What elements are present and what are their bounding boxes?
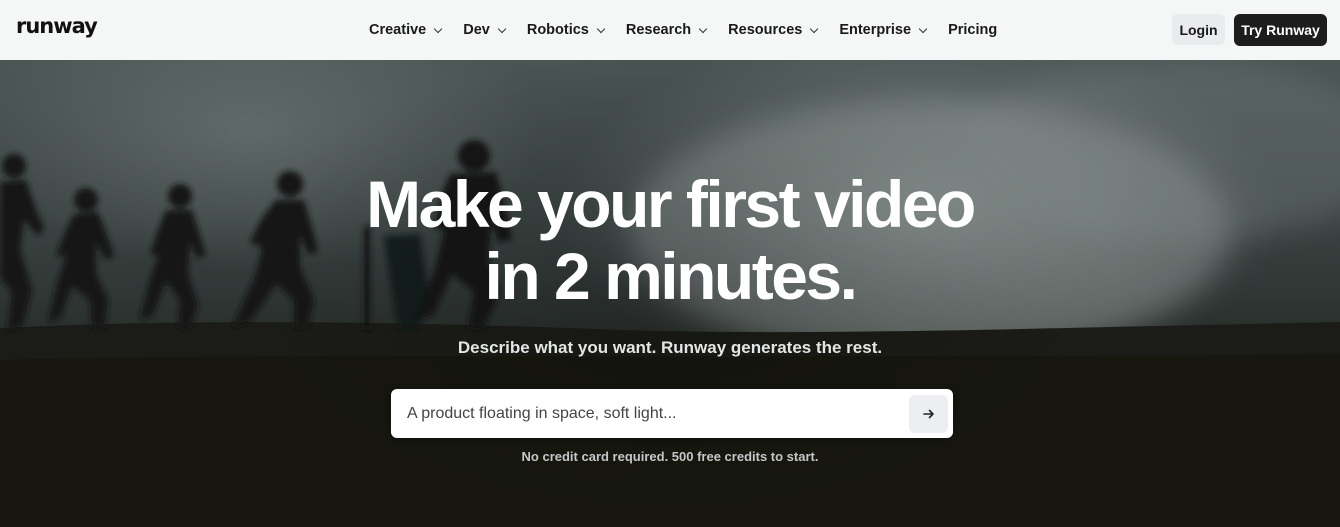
prompt-box xyxy=(391,389,953,438)
nav-item-label: Pricing xyxy=(948,22,998,38)
headline-line-2: in 2 minutes. xyxy=(484,239,858,313)
chevron-down-icon xyxy=(810,24,819,33)
nav-item-enterprise[interactable]: Enterprise xyxy=(839,22,928,38)
nav-item-pricing[interactable]: Pricing xyxy=(948,22,997,38)
hero-headline: Make your first video in 2 minutes. xyxy=(0,168,1340,312)
chevron-down-icon xyxy=(698,24,708,33)
hero-subline: Describe what you want. Runway generates… xyxy=(457,338,883,357)
hero-section: Make your first video in 2 minutes. Desc… xyxy=(0,60,1340,527)
runway-logo[interactable]: runway xyxy=(16,14,98,38)
nav-item-label: Resources xyxy=(728,22,803,38)
top-nav: runway Creative Dev Robotics Research Re… xyxy=(0,0,1340,60)
nav-item-label: Robotics xyxy=(526,22,589,38)
submit-prompt-button[interactable] xyxy=(909,394,948,433)
nav-item-label: Creative xyxy=(369,22,427,38)
headline-line-1: Make your first video xyxy=(366,167,976,241)
hero-footnote: No credit card required. 500 free credit… xyxy=(521,449,819,464)
prompt-input[interactable] xyxy=(391,389,909,438)
nav-item-research[interactable]: Research xyxy=(625,22,708,38)
chevron-down-icon xyxy=(596,24,606,33)
nav-item-label: Enterprise xyxy=(839,22,912,38)
chevron-down-icon xyxy=(433,24,443,33)
nav-item-dev[interactable]: Dev xyxy=(463,22,507,38)
nav-item-robotics[interactable]: Robotics xyxy=(526,22,606,38)
nav-item-label: Research xyxy=(625,22,692,38)
arrow-right-icon xyxy=(922,409,934,418)
nav-item-label: Dev xyxy=(463,22,490,38)
chevron-down-icon xyxy=(918,24,928,33)
nav-item-resources[interactable]: Resources xyxy=(728,22,819,38)
try-runway-button[interactable]: Try Runway xyxy=(1234,14,1327,46)
main-menu: Creative Dev Robotics Research Resources… xyxy=(369,0,1019,60)
chevron-down-icon xyxy=(497,24,507,33)
login-button[interactable]: Login xyxy=(1172,14,1225,45)
nav-item-creative[interactable]: Creative xyxy=(369,22,443,38)
